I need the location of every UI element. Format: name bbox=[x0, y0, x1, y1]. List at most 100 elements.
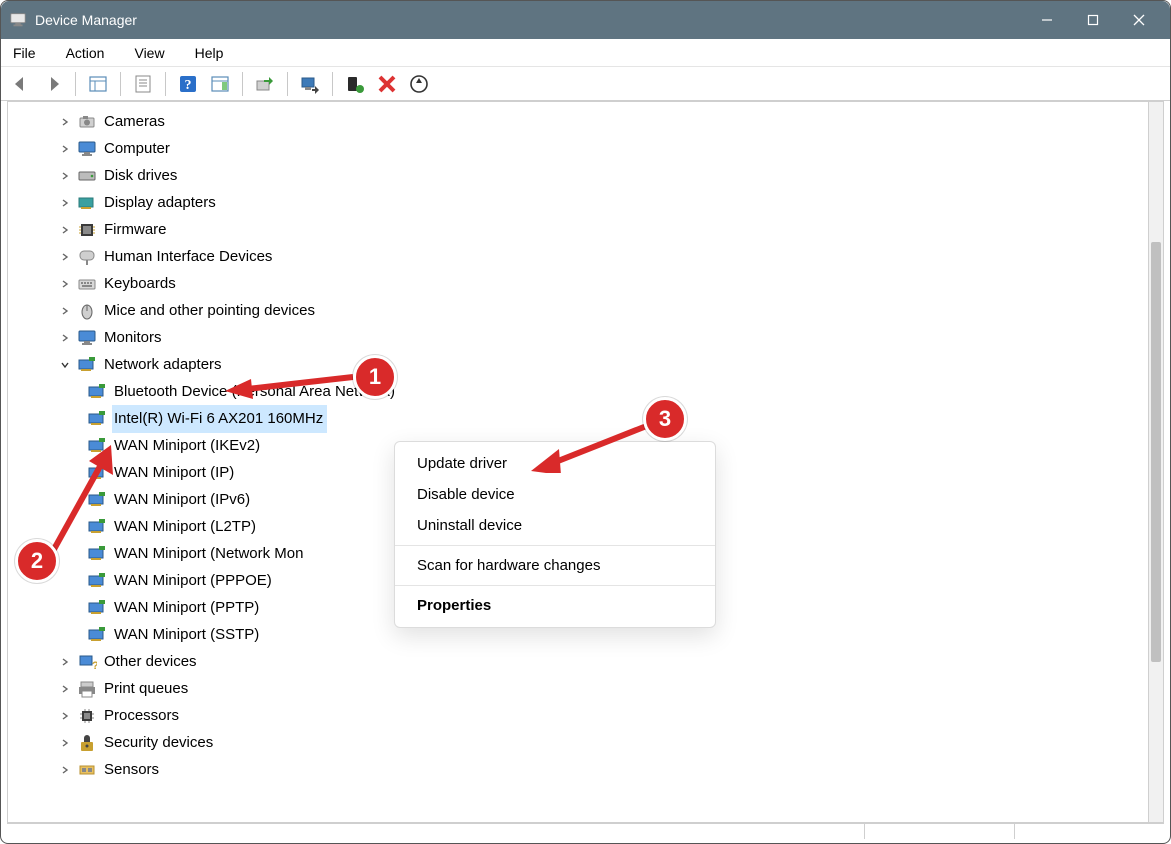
tree-item-label: Mice and other pointing devices bbox=[102, 297, 319, 325]
device-category[interactable]: Monitors bbox=[10, 324, 1163, 351]
enable-device-button[interactable] bbox=[341, 70, 369, 98]
tree-item-label: WAN Miniport (Network Mon bbox=[112, 540, 307, 568]
keyboard-icon bbox=[76, 273, 98, 295]
back-button[interactable] bbox=[7, 70, 35, 98]
vertical-scrollbar[interactable] bbox=[1148, 101, 1164, 823]
uninstall-device-button[interactable] bbox=[373, 70, 401, 98]
chevron-right-icon[interactable] bbox=[56, 167, 74, 185]
tree-item-label: WAN Miniport (IPv6) bbox=[112, 486, 254, 514]
chevron-right-icon[interactable] bbox=[56, 221, 74, 239]
device-category[interactable]: Network adapters bbox=[10, 351, 1163, 378]
chevron-right-icon[interactable] bbox=[56, 302, 74, 320]
tree-item-label: Display adapters bbox=[102, 189, 220, 217]
menu-help[interactable]: Help bbox=[191, 43, 228, 63]
device-item[interactable]: Bluetooth Device (Personal Area Network) bbox=[10, 378, 1163, 405]
device-category[interactable]: Display adapters bbox=[10, 189, 1163, 216]
menu-file[interactable]: File bbox=[9, 43, 40, 63]
context-menu-item[interactable]: Uninstall device bbox=[395, 510, 715, 541]
device-category[interactable]: Print queues bbox=[10, 675, 1163, 702]
window-title: Device Manager bbox=[35, 12, 137, 28]
device-category[interactable]: Keyboards bbox=[10, 270, 1163, 297]
nic-icon bbox=[86, 462, 108, 484]
printer-icon bbox=[76, 678, 98, 700]
device-item[interactable]: Intel(R) Wi-Fi 6 AX201 160MHz bbox=[10, 405, 1163, 432]
monitor-icon bbox=[76, 138, 98, 160]
chevron-right-icon[interactable] bbox=[56, 761, 74, 779]
context-menu-item[interactable]: Properties bbox=[395, 590, 715, 621]
tree-item-label: Security devices bbox=[102, 729, 217, 757]
chevron-right-icon[interactable] bbox=[56, 140, 74, 158]
chevron-right-icon[interactable] bbox=[56, 113, 74, 131]
tree-item-label: WAN Miniport (PPPOE) bbox=[112, 567, 276, 595]
context-menu-separator bbox=[395, 545, 715, 546]
chevron-right-icon[interactable] bbox=[56, 248, 74, 266]
tree-item-label: Cameras bbox=[102, 108, 169, 136]
annotation-badge-1: 1 bbox=[353, 355, 397, 399]
close-button[interactable] bbox=[1116, 1, 1162, 39]
annotation-badge-2: 2 bbox=[15, 539, 59, 583]
device-category[interactable]: Disk drives bbox=[10, 162, 1163, 189]
chevron-right-icon[interactable] bbox=[56, 653, 74, 671]
chevron-right-icon[interactable] bbox=[56, 194, 74, 212]
nic-icon bbox=[86, 408, 108, 430]
tree-item-label: Disk drives bbox=[102, 162, 181, 190]
minimize-button[interactable] bbox=[1024, 1, 1070, 39]
menu-action[interactable]: Action bbox=[62, 43, 109, 63]
context-menu-item[interactable]: Disable device bbox=[395, 479, 715, 510]
device-category[interactable]: Firmware bbox=[10, 216, 1163, 243]
tree-item-label: WAN Miniport (L2TP) bbox=[112, 513, 260, 541]
action-pane-button[interactable] bbox=[206, 70, 234, 98]
device-category[interactable]: Sensors bbox=[10, 756, 1163, 783]
device-category[interactable]: Processors bbox=[10, 702, 1163, 729]
chevron-right-icon[interactable] bbox=[56, 734, 74, 752]
scrollbar-thumb[interactable] bbox=[1151, 242, 1161, 662]
disable-device-button[interactable] bbox=[296, 70, 324, 98]
chevron-right-icon[interactable] bbox=[56, 680, 74, 698]
nic-icon bbox=[86, 489, 108, 511]
maximize-button[interactable] bbox=[1070, 1, 1116, 39]
nic-icon bbox=[86, 516, 108, 538]
context-menu-separator bbox=[395, 585, 715, 586]
device-category[interactable]: Cameras bbox=[10, 108, 1163, 135]
device-category[interactable]: Mice and other pointing devices bbox=[10, 297, 1163, 324]
hid-icon bbox=[76, 246, 98, 268]
tree-item-label: Human Interface Devices bbox=[102, 243, 276, 271]
tree-item-label: Firmware bbox=[102, 216, 171, 244]
context-menu: Update driverDisable deviceUninstall dev… bbox=[394, 441, 716, 628]
device-category[interactable]: ? Other devices bbox=[10, 648, 1163, 675]
monitor-icon bbox=[76, 327, 98, 349]
help-button[interactable]: ? bbox=[174, 70, 202, 98]
update-driver-button[interactable] bbox=[251, 70, 279, 98]
tree-item-label: WAN Miniport (SSTP) bbox=[112, 621, 263, 649]
tree-item-label: Other devices bbox=[102, 648, 201, 676]
device-category[interactable]: Security devices bbox=[10, 729, 1163, 756]
nic-icon bbox=[86, 624, 108, 646]
toolbar: ? bbox=[1, 67, 1170, 101]
chevron-right-icon[interactable] bbox=[56, 329, 74, 347]
nic-icon bbox=[76, 354, 98, 376]
tree-item-label: Print queues bbox=[102, 675, 192, 703]
forward-button[interactable] bbox=[39, 70, 67, 98]
app-icon bbox=[9, 11, 27, 29]
tree-item-label: Intel(R) Wi-Fi 6 AX201 160MHz bbox=[112, 405, 327, 433]
cpu-icon bbox=[76, 705, 98, 727]
firmware-icon bbox=[76, 219, 98, 241]
nic-icon bbox=[86, 381, 108, 403]
nic-icon bbox=[86, 543, 108, 565]
context-menu-item[interactable]: Scan for hardware changes bbox=[395, 550, 715, 581]
tree-item-label: WAN Miniport (IKEv2) bbox=[112, 432, 264, 460]
device-category[interactable]: Human Interface Devices bbox=[10, 243, 1163, 270]
properties-button[interactable] bbox=[129, 70, 157, 98]
menu-view[interactable]: View bbox=[130, 43, 168, 63]
svg-text:?: ? bbox=[92, 660, 97, 672]
show-hide-console-tree-button[interactable] bbox=[84, 70, 112, 98]
scan-hardware-changes-button[interactable] bbox=[405, 70, 433, 98]
other-icon: ? bbox=[76, 651, 98, 673]
tree-item-label: Sensors bbox=[102, 756, 163, 784]
chevron-right-icon[interactable] bbox=[56, 275, 74, 293]
camera-icon bbox=[76, 111, 98, 133]
device-category[interactable]: Computer bbox=[10, 135, 1163, 162]
chevron-down-icon[interactable] bbox=[56, 356, 74, 374]
chevron-right-icon[interactable] bbox=[56, 707, 74, 725]
context-menu-item[interactable]: Update driver bbox=[395, 448, 715, 479]
